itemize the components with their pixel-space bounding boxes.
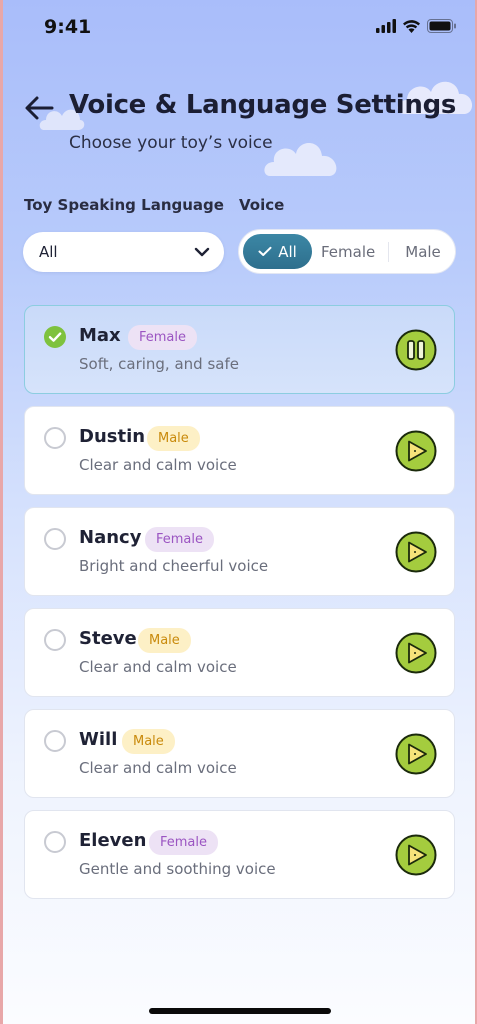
voice-filter-all-label: All xyxy=(278,242,297,261)
voice-label: Voice xyxy=(239,196,285,214)
voice-description: Soft, caring, and safe xyxy=(79,355,239,373)
language-dropdown[interactable]: All xyxy=(23,232,224,272)
voice-description: Clear and calm voice xyxy=(79,456,237,474)
play-button-icon[interactable] xyxy=(395,430,437,472)
radio-unselected[interactable] xyxy=(44,831,66,853)
radio-unselected[interactable] xyxy=(44,427,66,449)
voice-description: Clear and calm voice xyxy=(79,759,237,777)
play-button-icon[interactable] xyxy=(395,531,437,573)
play-button-icon[interactable] xyxy=(395,632,437,674)
radio-selected[interactable] xyxy=(44,326,66,348)
status-time: 9:41 xyxy=(44,16,92,38)
voice-name: Eleven xyxy=(79,830,147,851)
voice-gender-toggle: All Female Male xyxy=(238,229,456,274)
signal-icon xyxy=(376,19,396,33)
voice-description: Gentle and soothing voice xyxy=(79,860,276,878)
radio-unselected[interactable] xyxy=(44,629,66,651)
check-icon xyxy=(48,332,62,342)
voice-card-steve[interactable]: Steve Male Clear and calm voice xyxy=(24,608,455,697)
gender-badge: Female xyxy=(149,830,219,855)
gender-badge: Female xyxy=(128,325,198,350)
wifi-icon xyxy=(403,20,420,33)
cloud-decoration xyxy=(264,143,337,176)
voice-name: Max xyxy=(79,325,121,346)
voice-filter-all[interactable]: All xyxy=(243,234,312,269)
voice-filter-female[interactable]: Female xyxy=(321,243,375,261)
gender-badge: Male xyxy=(122,729,175,754)
play-button-icon[interactable] xyxy=(395,733,437,775)
page-title: Voice & Language Settings xyxy=(69,90,457,120)
segment-divider xyxy=(388,241,390,262)
check-icon xyxy=(258,246,272,256)
voice-card-will[interactable]: Will Male Clear and calm voice xyxy=(24,709,455,798)
voice-card-dustin[interactable]: Dustin Male Clear and calm voice xyxy=(24,406,455,495)
pause-button-icon[interactable] xyxy=(395,329,437,371)
radio-unselected[interactable] xyxy=(44,730,66,752)
play-button-icon[interactable] xyxy=(395,834,437,876)
voice-card-eleven[interactable]: Eleven Female Gentle and soothing voice xyxy=(24,810,455,899)
voice-description: Bright and cheerful voice xyxy=(79,557,269,575)
radio-unselected[interactable] xyxy=(44,528,66,550)
gender-badge: Male xyxy=(147,426,200,451)
voice-description: Clear and calm voice xyxy=(79,658,237,676)
voice-card-nancy[interactable]: Nancy Female Bright and cheerful voice xyxy=(24,507,455,596)
status-bar: 9:41 xyxy=(0,0,477,56)
gender-badge: Male xyxy=(138,628,191,653)
page-subtitle: Choose your toy’s voice xyxy=(69,133,273,153)
screen-edge-left xyxy=(0,0,3,1024)
chevron-down-icon xyxy=(194,247,210,257)
back-arrow-icon[interactable] xyxy=(24,94,54,122)
home-indicator[interactable] xyxy=(149,1008,331,1014)
status-icons xyxy=(376,19,457,33)
language-dropdown-value: All xyxy=(39,243,58,261)
voice-card-max[interactable]: Max Female Soft, caring, and safe xyxy=(24,305,455,394)
voice-name: Steve xyxy=(79,628,137,649)
gender-badge: Female xyxy=(145,527,215,552)
battery-icon xyxy=(427,19,456,33)
voice-filter-male[interactable]: Male xyxy=(405,243,441,261)
language-label: Toy Speaking Language xyxy=(24,196,224,214)
voice-name: Dustin xyxy=(79,426,146,447)
voice-name: Nancy xyxy=(79,527,142,548)
voice-name: Will xyxy=(79,729,118,750)
